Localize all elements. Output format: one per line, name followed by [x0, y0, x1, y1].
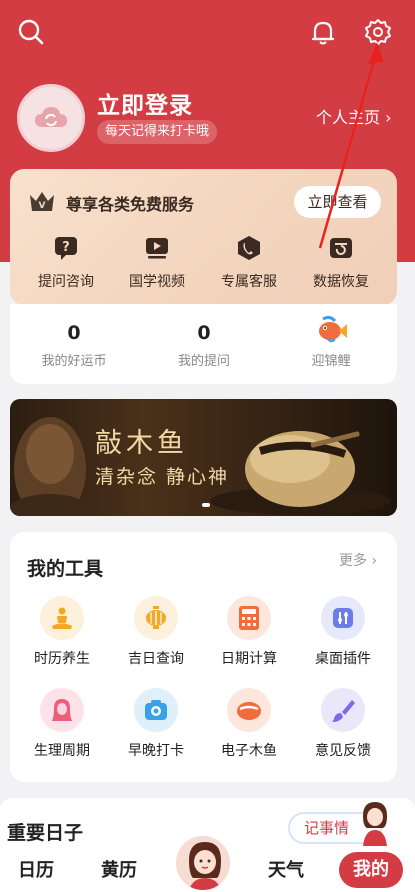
tools-card: 我的工具 更多 › 时历养生 吉日查询 日期计算 桌面插件 生理周期 早晚打卡 …	[10, 532, 397, 782]
bell-icon[interactable]	[307, 16, 339, 48]
tool-item-feedback[interactable]: 意见反馈	[303, 688, 383, 760]
koi-stat[interactable]: 迎锦鲤	[281, 314, 381, 369]
camera-icon	[134, 688, 178, 732]
video-play-icon	[142, 233, 172, 263]
phone-icon	[234, 233, 264, 263]
stats-card: 0 我的好运币 0 我的提问 迎锦鲤	[10, 304, 397, 384]
wooden-fish-banner[interactable]: 敲木鱼 清杂念 静心神	[10, 399, 397, 516]
services-card: V 尊享各类免费服务 立即查看 ? 提问咨询 国学视频 专属客服 数据恢复	[10, 169, 397, 305]
svg-text:?: ?	[62, 240, 70, 255]
center-mascot-button[interactable]	[174, 834, 232, 892]
view-services-button[interactable]: 立即查看	[294, 186, 381, 218]
tools-title: 我的工具	[27, 558, 104, 580]
coins-value: 0	[67, 322, 81, 344]
banner-subtitle: 清杂念 静心神	[95, 466, 230, 488]
tool-label: 电子木鱼	[221, 743, 277, 759]
coins-label: 我的好运币	[41, 354, 107, 369]
wooden-fish-icon	[227, 688, 271, 732]
tool-item-cycle[interactable]: 生理周期	[22, 688, 102, 760]
tool-label: 日期计算	[221, 651, 277, 667]
data-restore-icon	[326, 233, 356, 263]
calculator-icon	[227, 596, 271, 640]
tab-calendar[interactable]: 日历	[18, 856, 54, 882]
banner-title: 敲木鱼	[95, 428, 188, 459]
tab-weather[interactable]: 天气	[268, 856, 304, 882]
tool-label: 早晚打卡	[128, 743, 184, 759]
search-icon[interactable]	[15, 16, 47, 48]
tab-almanac[interactable]: 黄历	[101, 856, 137, 882]
woman-icon	[40, 688, 84, 732]
questions-value: 0	[197, 322, 211, 344]
questions-label: 我的提问	[177, 354, 230, 369]
login-subtitle: 每天记得来打卡哦	[97, 120, 218, 144]
svg-text:V: V	[39, 201, 46, 211]
tools-more-link[interactable]: 更多 ›	[339, 550, 377, 570]
service-label: 数据恢复	[313, 274, 369, 290]
crown-icon: V	[28, 189, 56, 217]
service-label: 国学视频	[129, 274, 185, 290]
service-item-support[interactable]: 专属客服	[209, 233, 289, 291]
lantern-icon	[134, 596, 178, 640]
service-item-video[interactable]: 国学视频	[117, 233, 197, 291]
coins-stat[interactable]: 0 我的好运币	[24, 322, 124, 369]
important-days-title: 重要日子	[7, 822, 84, 844]
tool-item-widget[interactable]: 桌面插件	[303, 596, 383, 668]
tool-label: 桌面插件	[315, 651, 371, 667]
koi-fish-icon	[281, 314, 381, 346]
gear-icon[interactable]	[362, 16, 394, 48]
service-label: 提问咨询	[38, 274, 94, 290]
avatar[interactable]	[17, 84, 85, 152]
meditation-icon	[40, 596, 84, 640]
tool-item-wooden-fish[interactable]: 电子木鱼	[209, 688, 289, 760]
tool-label: 吉日查询	[128, 651, 184, 667]
girl-mascot-icon	[355, 800, 395, 850]
carousel-indicator	[202, 503, 210, 507]
tool-item-check-in[interactable]: 早晚打卡	[116, 688, 196, 760]
services-title: 尊享各类免费服务	[66, 195, 195, 214]
profile-link[interactable]: 个人主页 ›	[316, 104, 392, 128]
tool-item-auspicious-day[interactable]: 吉日查询	[116, 596, 196, 668]
tool-item-date-calc[interactable]: 日期计算	[209, 596, 289, 668]
questions-stat[interactable]: 0 我的提问	[154, 322, 254, 369]
login-title[interactable]: 立即登录	[97, 86, 193, 120]
tab-mine[interactable]: 我的	[339, 852, 403, 888]
widget-icon	[321, 596, 365, 640]
service-item-restore[interactable]: 数据恢复	[301, 233, 381, 291]
banner-artwork	[10, 417, 390, 516]
question-bubble-icon: ?	[51, 233, 81, 263]
tool-item-health[interactable]: 时历养生	[22, 596, 102, 668]
tool-label: 意见反馈	[315, 743, 371, 759]
brush-icon	[321, 688, 365, 732]
cloud-refresh-icon	[35, 107, 67, 127]
tool-label: 时历养生	[34, 651, 90, 667]
tool-label: 生理周期	[34, 743, 90, 759]
service-item-ask[interactable]: ? 提问咨询	[26, 233, 106, 291]
koi-label: 迎锦鲤	[311, 354, 351, 369]
service-label: 专属客服	[221, 274, 277, 290]
